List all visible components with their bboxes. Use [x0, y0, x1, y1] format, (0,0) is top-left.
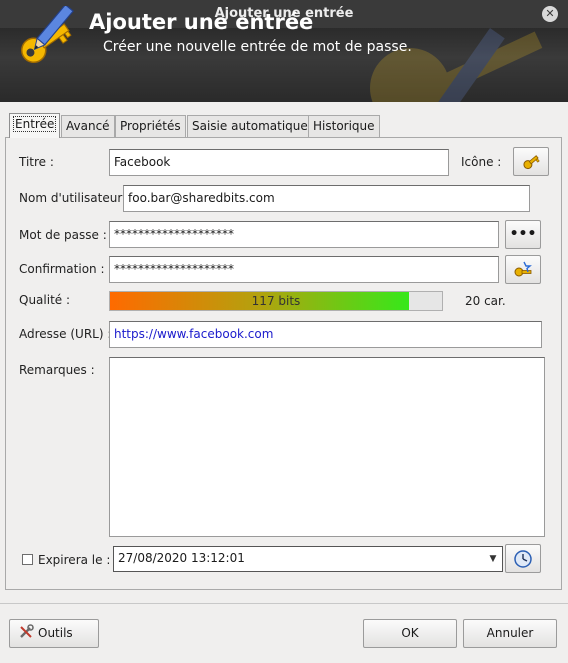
url-label: Adresse (URL) : [19, 327, 112, 341]
show-password-button[interactable]: ••• [505, 220, 541, 249]
confirm-password-input[interactable]: ******************** [109, 256, 499, 283]
expiry-presets-button[interactable] [505, 544, 541, 573]
tab-historique[interactable]: Historique [308, 115, 380, 137]
expiry-date-picker[interactable]: 27/08/2020 13:12:01 [113, 546, 503, 572]
cancel-button[interactable]: Annuler [463, 619, 557, 648]
key-pen-icon [21, 6, 74, 64]
expires-label: Expirera le : [38, 553, 111, 567]
banner-subtitle: Créer une nouvelle entrée de mot de pass… [103, 39, 412, 55]
quality-label: Qualité : [19, 293, 71, 307]
username-input[interactable]: foo.bar@sharedbits.com [123, 185, 530, 212]
tab-proprietes[interactable]: Propriétés [115, 115, 186, 137]
title-label: Titre : [19, 155, 54, 169]
tab-label: Historique [313, 119, 375, 133]
chevron-down-icon[interactable]: ▼ [485, 548, 501, 570]
quality-bits-text: 117 bits [251, 294, 301, 308]
icon-picker-button[interactable] [513, 147, 549, 176]
footer-separator [0, 603, 568, 604]
tab-avance[interactable]: Avancé [61, 115, 115, 137]
tab-saisie-automatique[interactable]: Saisie automatique [187, 115, 313, 137]
char-count: 20 car. [465, 294, 506, 308]
tools-button[interactable]: Outils [9, 619, 99, 648]
username-label: Nom d'utilisateur : [19, 191, 131, 205]
tab-label: Saisie automatique [192, 119, 308, 133]
notes-textarea[interactable] [109, 357, 545, 537]
tab-label: Avancé [66, 119, 110, 133]
password-input[interactable]: ******************** [109, 221, 499, 248]
confirm-label: Confirmation : [19, 262, 105, 276]
notes-label: Remarques : [19, 363, 95, 377]
password-generator-icon [514, 261, 532, 277]
expiry-date-value: 27/08/2020 13:12:01 [118, 551, 245, 565]
ok-button[interactable]: OK [363, 619, 457, 648]
tab-label: Entrée [12, 116, 57, 132]
tab-entree[interactable]: Entrée [9, 113, 61, 138]
generate-password-button[interactable] [505, 255, 541, 284]
expires-checkbox[interactable] [22, 554, 33, 565]
url-input[interactable]: https://www.facebook.com [109, 321, 542, 348]
tab-label: Propriétés [120, 119, 181, 133]
clock-icon [514, 550, 532, 568]
title-input[interactable]: Facebook [109, 149, 449, 176]
password-label: Mot de passe : [19, 228, 107, 242]
key-icon [523, 155, 540, 170]
close-icon[interactable]: ✕ [542, 6, 558, 22]
tools-icon [20, 624, 34, 638]
tools-label: Outils [38, 626, 73, 640]
icon-label: Icône : [461, 155, 502, 169]
password-quality-bar: 117 bits [109, 291, 443, 311]
banner-title: Ajouter une entrée [89, 10, 314, 34]
